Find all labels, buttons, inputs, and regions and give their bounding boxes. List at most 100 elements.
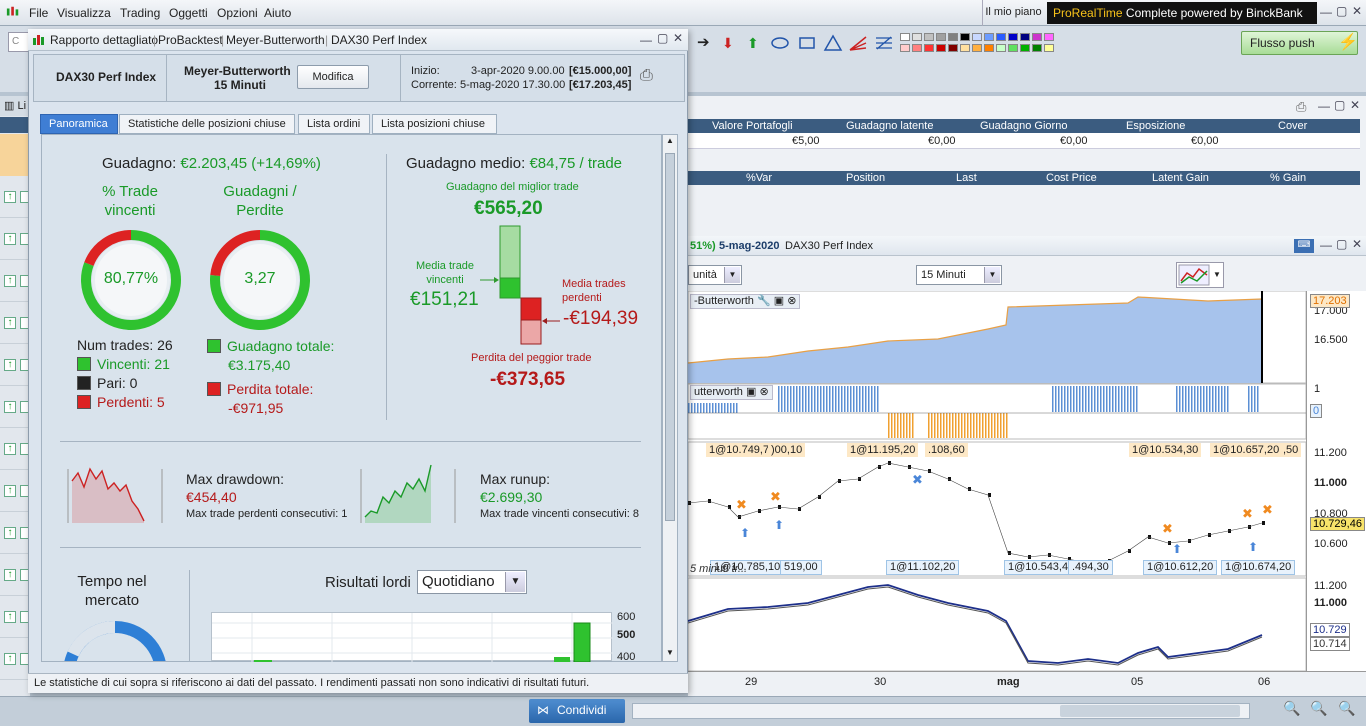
overview-scrollbar[interactable]: ▲ ▼ (662, 134, 678, 662)
sell-icon[interactable] (20, 359, 28, 371)
menu-file[interactable]: File (29, 6, 48, 20)
buy-icon[interactable]: ↑ (4, 317, 16, 329)
col-position[interactable]: Position (846, 172, 885, 184)
color-swatch[interactable] (1020, 44, 1030, 52)
menu-oggetti[interactable]: Oggetti (169, 6, 208, 20)
scroll-down-icon[interactable]: ▼ (666, 648, 674, 657)
chart-close-icon[interactable]: ✕ (1352, 237, 1362, 251)
equity-pane-label[interactable]: -Butterworth 🔧 ▣ ⊗ (690, 294, 801, 309)
sell-icon[interactable] (20, 401, 28, 413)
watchlist-row[interactable]: ↑ (0, 218, 30, 260)
menu-visualizza[interactable]: Visualizza (57, 6, 111, 20)
arrow-down-icon[interactable]: ⬇ (722, 34, 742, 52)
color-swatch[interactable] (912, 33, 922, 41)
watchlist-row[interactable]: ↑ (0, 470, 30, 512)
sell-icon[interactable] (20, 443, 28, 455)
color-swatch[interactable] (1008, 44, 1018, 52)
col-gain[interactable]: % Gain (1270, 172, 1306, 184)
portfolio-close-icon[interactable]: ✕ (1350, 98, 1360, 112)
color-swatch[interactable] (1032, 33, 1042, 41)
buy-icon[interactable]: ↑ (4, 191, 16, 203)
order-tag-bottom[interactable]: 519,00 (780, 560, 822, 575)
arrow-right-icon[interactable]: ➔ (697, 34, 717, 52)
triangle-icon[interactable] (823, 34, 843, 52)
printer-icon[interactable]: ⎙ (1296, 99, 1306, 115)
buy-icon[interactable]: ↑ (4, 275, 16, 287)
portfolio-maximize-icon[interactable]: ▢ (1334, 98, 1345, 112)
buy-icon[interactable]: ↑ (4, 233, 16, 245)
maximize-icon[interactable]: ▢ (1336, 4, 1347, 18)
pane-close-icon[interactable]: ⊗ (787, 295, 796, 307)
sell-icon[interactable] (20, 527, 28, 539)
close-icon[interactable]: ✕ (1352, 4, 1362, 18)
rectangle-icon[interactable] (797, 34, 817, 52)
timeframe-select[interactable]: 15 Minuti ▼ (916, 265, 1002, 285)
order-tag-bottom[interactable]: 1@10.674,20 (1221, 560, 1296, 575)
flash-icon[interactable]: ⚡ (1338, 32, 1358, 52)
color-swatch[interactable] (924, 33, 934, 41)
scroll-thumb[interactable] (1060, 705, 1240, 717)
col-last[interactable]: Last (956, 172, 977, 184)
share-button[interactable]: ⋈ Condividi (529, 699, 625, 723)
buy-icon[interactable]: ↑ (4, 653, 16, 665)
color-swatch[interactable] (948, 33, 958, 41)
buy-icon[interactable]: ↑ (4, 401, 16, 413)
watchlist-row-selected[interactable] (0, 134, 30, 176)
menu-trading[interactable]: Trading (120, 6, 160, 20)
color-swatch[interactable] (1032, 44, 1042, 52)
zoom-in-icon[interactable]: 🔍 (1338, 700, 1355, 717)
watchlist-row[interactable]: ↑ (0, 512, 30, 554)
sell-icon[interactable] (20, 611, 28, 623)
col-costprice[interactable]: Cost Price (1046, 172, 1097, 184)
watchlist-row[interactable]: ↑ (0, 386, 30, 428)
menu-aiuto[interactable]: Aiuto (264, 6, 291, 20)
modify-button[interactable]: Modifica (297, 65, 369, 89)
watchlist-row[interactable]: ↑ (0, 638, 30, 680)
color-palette[interactable] (900, 31, 1060, 57)
order-tag-bottom[interactable]: .494,30 (1068, 560, 1113, 575)
menu-opzioni[interactable]: Opzioni (217, 6, 258, 20)
color-swatch[interactable] (984, 44, 994, 52)
indicators-button[interactable]: ▼ (1176, 262, 1224, 288)
color-swatch[interactable] (960, 44, 970, 52)
window-icon[interactable]: ▣ (774, 295, 784, 307)
units-select[interactable]: unità ▼ (688, 265, 742, 285)
tab-statistiche[interactable]: Statistiche delle posizioni chiuse (119, 114, 295, 134)
color-swatch[interactable] (912, 44, 922, 52)
color-swatch[interactable] (984, 33, 994, 41)
arrow-up-icon[interactable]: ⬆ (747, 34, 767, 52)
color-swatch[interactable] (960, 33, 970, 41)
watchlist-row[interactable]: ↑ (0, 302, 30, 344)
color-swatch[interactable] (948, 44, 958, 52)
pane-close-icon[interactable]: ⊗ (759, 386, 768, 398)
color-swatch[interactable] (972, 44, 982, 52)
watchlist-row[interactable]: ↑ (0, 260, 30, 302)
col-cover[interactable]: Cover (1278, 120, 1307, 132)
sell-icon[interactable] (20, 569, 28, 581)
buy-icon[interactable]: ↑ (4, 359, 16, 371)
keyboard-icon[interactable]: ⌨ (1294, 239, 1314, 253)
my-plan-link[interactable]: Il mio piano (982, 0, 1044, 26)
wrench-icon[interactable]: 🔧 (757, 295, 771, 307)
fan-icon[interactable] (848, 34, 868, 52)
buy-icon[interactable]: ↑ (4, 527, 16, 539)
color-swatch[interactable] (936, 44, 946, 52)
fibonacci-icon[interactable] (874, 34, 894, 52)
col-valore[interactable]: Valore Portafogli (712, 120, 793, 132)
order-tag-top[interactable]: ,50 (1280, 443, 1302, 457)
watchlist-row[interactable]: ↑ (0, 176, 30, 218)
sell-icon[interactable] (20, 485, 28, 497)
color-swatch[interactable] (900, 33, 910, 41)
color-swatch[interactable] (996, 33, 1006, 41)
buy-icon[interactable]: ↑ (4, 569, 16, 581)
symbol-input[interactable]: C (8, 32, 30, 52)
watchlist-row[interactable]: ↑ (0, 344, 30, 386)
buy-icon[interactable]: ↑ (4, 485, 16, 497)
color-swatch[interactable] (900, 44, 910, 52)
watchlist-row[interactable]: ↑ (0, 596, 30, 638)
sell-icon[interactable] (20, 317, 28, 329)
tab-panoramica[interactable]: Panoramica (40, 114, 118, 134)
buy-icon[interactable]: ↑ (4, 443, 16, 455)
col-giorno[interactable]: Guadagno Giorno (980, 120, 1067, 132)
price-chart[interactable]: ✖ ✖ ✖ ✖ ✖ ✖ ⬆ ⬆ ⬆ ⬆ (687, 290, 1307, 672)
